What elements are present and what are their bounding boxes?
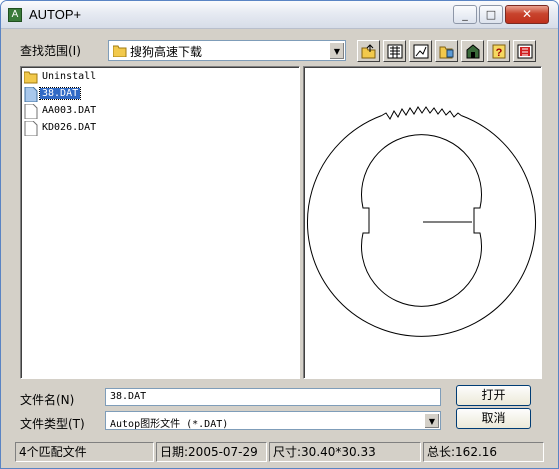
status-size: 尺寸:30.40*30.33	[269, 442, 421, 462]
filetype-dropdown[interactable]: Autop图形文件 (*.DAT) ▼	[105, 411, 441, 430]
filetype-label: 文件类型(T)	[20, 417, 85, 431]
file-name: Uninstall	[42, 71, 97, 82]
status-length: 总长:162.16	[423, 442, 544, 462]
title-bar[interactable]: A AUTOP+ _ □ ✕	[1, 1, 558, 29]
minimize-icon: _	[462, 8, 468, 21]
svg-text:?: ?	[496, 47, 503, 59]
preview-pane	[303, 66, 542, 379]
delete-file-button[interactable]	[461, 40, 484, 62]
file-name: AA003.DAT	[42, 105, 97, 116]
list-view-button[interactable]	[383, 40, 406, 62]
delete-file-icon	[466, 44, 480, 59]
exit-icon	[517, 44, 533, 59]
minimize-button[interactable]: _	[453, 5, 477, 24]
maximize-button[interactable]: □	[479, 5, 503, 24]
file-name: 38.DAT	[38, 87, 82, 100]
help-button[interactable]: ?	[487, 40, 510, 62]
file-icon	[24, 87, 38, 102]
lookin-dropdown[interactable]: 搜狗高速下载 ▼	[108, 40, 346, 61]
up-folder-icon	[361, 44, 376, 59]
file-icon	[24, 104, 38, 119]
exit-button[interactable]	[513, 40, 536, 62]
filename-label: 文件名(N)	[20, 393, 75, 407]
status-file-count: 4个匹配文件	[15, 442, 154, 462]
open-folder-icon	[439, 46, 454, 59]
filename-input[interactable]: 38.DAT	[105, 388, 441, 406]
folder-icon	[113, 45, 127, 57]
chevron-down-icon[interactable]: ▼	[329, 42, 344, 59]
autop-app-icon: A	[8, 8, 22, 22]
maximize-icon: □	[485, 8, 497, 21]
open-button[interactable]: 打开	[456, 385, 531, 406]
filetype-value: Autop图形文件 (*.DAT)	[110, 419, 229, 430]
preview-toggle-icon	[413, 44, 429, 59]
close-icon: ✕	[521, 7, 533, 21]
lookin-value: 搜狗高速下载	[130, 45, 203, 59]
drawing-preview	[307, 106, 536, 337]
preview-toggle-button[interactable]	[409, 40, 432, 62]
file-icon	[24, 121, 38, 136]
folder-icon	[24, 71, 38, 84]
status-date: 日期:2005-07-29	[156, 442, 267, 462]
window-title: AUTOP+	[29, 7, 82, 22]
chevron-down-icon[interactable]: ▼	[424, 413, 439, 428]
file-list[interactable]: Uninstall 38.DAT AA003.DAT KD026.DAT	[20, 66, 300, 379]
file-open-dialog: A AUTOP+ _ □ ✕ 查找范围(I) 搜狗高速下载 ▼ ? Uninst…	[0, 0, 559, 469]
cancel-button[interactable]: 取消	[456, 408, 531, 429]
lookin-label: 查找范围(I)	[20, 44, 81, 58]
help-icon: ?	[492, 44, 506, 59]
filename-value: 38.DAT	[110, 391, 147, 402]
list-view-icon	[387, 44, 403, 59]
close-button[interactable]: ✕	[505, 5, 549, 24]
file-name: KD026.DAT	[42, 122, 97, 133]
open-folder-button[interactable]	[435, 40, 458, 62]
up-folder-button[interactable]	[357, 40, 380, 62]
